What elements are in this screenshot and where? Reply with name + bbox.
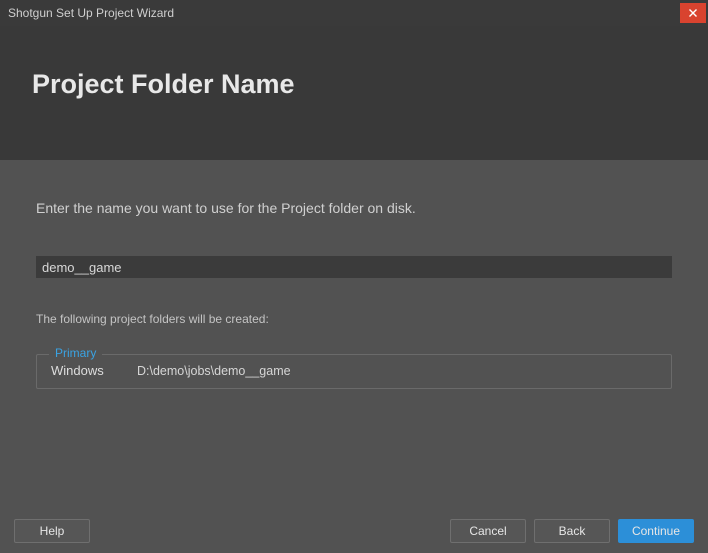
window-title: Shotgun Set Up Project Wizard <box>8 6 174 20</box>
subnote-text: The following project folders will be cr… <box>36 312 672 326</box>
primary-legend: Primary <box>49 346 102 360</box>
continue-button[interactable]: Continue <box>618 519 694 543</box>
footer: Help Cancel Back Continue <box>0 519 708 543</box>
back-button[interactable]: Back <box>534 519 610 543</box>
instruction-text: Enter the name you want to use for the P… <box>36 200 672 216</box>
os-label: Windows <box>51 363 109 378</box>
close-icon <box>689 9 697 17</box>
storage-row: Windows D:\demo\jobs\demo__game <box>51 363 657 378</box>
page-title: Project Folder Name <box>32 69 295 100</box>
close-button[interactable] <box>680 3 706 23</box>
main-content: Enter the name you want to use for the P… <box>0 160 708 389</box>
help-button[interactable]: Help <box>14 519 90 543</box>
storage-path: D:\demo\jobs\demo__game <box>137 364 291 378</box>
header-band: Project Folder Name <box>0 26 708 160</box>
cancel-button[interactable]: Cancel <box>450 519 526 543</box>
primary-storage-group: Primary Windows D:\demo\jobs\demo__game <box>36 354 672 389</box>
project-folder-name-input[interactable] <box>36 256 672 278</box>
titlebar: Shotgun Set Up Project Wizard <box>0 0 708 26</box>
